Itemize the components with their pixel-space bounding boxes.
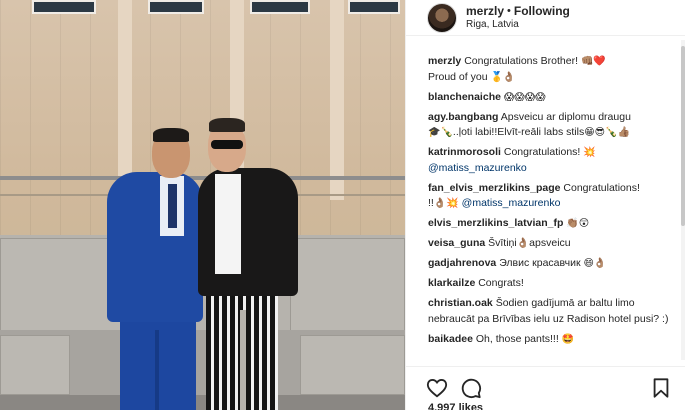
comment: fan_elvis_merzlikins_page Congratulation… bbox=[428, 181, 680, 212]
building-window bbox=[148, 0, 204, 14]
post-sidebar: merzly • Following Riga, Latvia merzly C… bbox=[405, 0, 685, 410]
comment: blanchenaiche 😱😱😱😱 bbox=[428, 90, 680, 106]
comment-emoji: 😱😱😱😱 bbox=[503, 91, 546, 103]
building-window bbox=[348, 0, 400, 14]
comment-emoji: 😁😎🍾👍🏽 bbox=[584, 127, 630, 138]
header-row: merzly • Following bbox=[466, 4, 570, 18]
comment-username[interactable]: baikadee bbox=[428, 333, 473, 345]
scrollbar-thumb[interactable] bbox=[681, 46, 685, 226]
comment-text: Congrats! bbox=[478, 277, 524, 289]
post-photo[interactable] bbox=[0, 0, 405, 410]
comment: baikadee Oh, those pants!!! 🤩 bbox=[428, 332, 680, 348]
comment: merzly Congratulations Brother! 👊🏽❤️ Pro… bbox=[428, 54, 680, 85]
stone-block bbox=[300, 335, 405, 395]
wall-pillar bbox=[118, 0, 132, 200]
comment-text: Congratulations! bbox=[503, 146, 581, 158]
instagram-post: merzly • Following Riga, Latvia merzly C… bbox=[0, 0, 685, 410]
comment-username[interactable]: elvis_merzlikins_latvian_fp bbox=[428, 217, 563, 229]
wall-pillar bbox=[330, 0, 344, 200]
comment-text: Proud of you bbox=[428, 70, 488, 83]
comment-list: merzly Congratulations Brother! 👊🏽❤️ Pro… bbox=[428, 54, 680, 352]
stone-block bbox=[290, 238, 405, 333]
railing bbox=[0, 176, 405, 180]
comment-username[interactable]: katrinmorosoli bbox=[428, 146, 501, 158]
comment: christian.oak Šodien gadījumā ar baltu l… bbox=[428, 296, 680, 327]
bookmark-icon[interactable] bbox=[650, 377, 672, 399]
comment-text: Элвис красавчик bbox=[499, 257, 581, 269]
comment-mention[interactable]: @matiss_mazurenko bbox=[462, 197, 561, 209]
avatar[interactable] bbox=[427, 2, 457, 33]
comment-mention[interactable]: @matiss_mazurenko bbox=[428, 162, 527, 174]
comment-username[interactable]: agy.bangbang bbox=[428, 111, 498, 123]
comment-username[interactable]: gadjahrenova bbox=[428, 257, 496, 269]
comment-emoji: 👊🏽❤️ bbox=[580, 56, 606, 67]
header-text: merzly • Following Riga, Latvia bbox=[466, 4, 570, 32]
comment-emoji: 💥 bbox=[583, 147, 596, 158]
heart-icon[interactable] bbox=[426, 377, 448, 399]
comment: elvis_merzlikins_latvian_fp 👏🏽😲 bbox=[428, 216, 680, 232]
comment-emoji: 🎓🍾 bbox=[428, 127, 453, 138]
building-window bbox=[32, 0, 96, 14]
stone-block bbox=[0, 335, 70, 395]
comment-icon[interactable] bbox=[460, 377, 482, 399]
comment-emoji: 🥇👌🏽 bbox=[490, 71, 516, 83]
comment: klarkailze Congrats! bbox=[428, 276, 680, 292]
comment-username[interactable]: merzly bbox=[428, 55, 461, 67]
comment-text: Švītiņi bbox=[488, 237, 517, 249]
following-button[interactable]: Following bbox=[514, 4, 570, 18]
author-username[interactable]: merzly bbox=[466, 4, 504, 18]
likes-count[interactable]: 4,997 likes bbox=[428, 402, 483, 410]
comment-text: apsveicu bbox=[529, 237, 571, 249]
comment-text: ..ļoti labi!!Elvīt-reāli labs stils bbox=[452, 126, 585, 138]
building-window bbox=[250, 0, 310, 14]
ground bbox=[0, 395, 405, 410]
comment-emoji: 👌🏽💥 bbox=[433, 198, 459, 209]
comment-emoji: 👏🏽😲 bbox=[566, 218, 590, 229]
comment-text: Oh, those pants!!! bbox=[475, 332, 559, 345]
action-bar bbox=[406, 366, 685, 406]
comment-emoji: 🤩 bbox=[561, 333, 575, 345]
comment-emoji: 😄👌🏽 bbox=[583, 258, 607, 269]
comment-username[interactable]: klarkailze bbox=[428, 277, 475, 289]
comment: agy.bangbang Apsveicu ar diplomu draugu … bbox=[428, 110, 680, 141]
post-location[interactable]: Riga, Latvia bbox=[466, 18, 570, 32]
comment: katrinmorosoli Congratulations! 💥 @matis… bbox=[428, 145, 680, 176]
header-separator: • bbox=[507, 4, 511, 17]
comment-username[interactable]: christian.oak bbox=[428, 297, 493, 309]
comment: gadjahrenova Элвис красавчик 😄👌🏽 bbox=[428, 256, 680, 272]
post-header: merzly • Following Riga, Latvia bbox=[406, 0, 685, 36]
comment-emoji: 👌🏽 bbox=[516, 238, 530, 249]
comment-text: Apsveicu ar diplomu draugu bbox=[500, 110, 631, 123]
comment-username[interactable]: blanchenaiche bbox=[428, 91, 501, 103]
comment-text: Congratulations! bbox=[563, 181, 640, 194]
comment-username[interactable]: fan_elvis_merzlikins_page bbox=[428, 182, 561, 194]
comment-text: Congratulations Brother! bbox=[464, 55, 579, 67]
comment: veisa_guna Švītiņi👌🏽apsveicu bbox=[428, 236, 680, 252]
comment-username[interactable]: veisa_guna bbox=[428, 237, 485, 249]
